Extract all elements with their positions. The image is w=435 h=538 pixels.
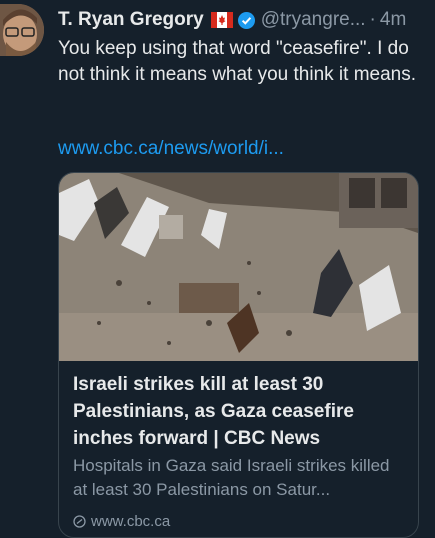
- card-title[interactable]: Israeli strikes kill at least 30 Palesti…: [73, 371, 408, 452]
- separator-dot: ·: [369, 9, 376, 30]
- verified-badge-icon: [237, 11, 255, 29]
- timestamp[interactable]: 4m: [380, 9, 406, 31]
- card-domain-text: www.cbc.ca: [91, 513, 171, 530]
- avatar[interactable]: [0, 4, 44, 56]
- tweet-header: T. Ryan Gregory @tryangre... · 4m: [58, 6, 427, 34]
- tweet-text: You keep using that word "ceasefire". I …: [58, 38, 417, 85]
- card-domain[interactable]: www.cbc.ca: [73, 513, 170, 530]
- link-icon: [73, 515, 86, 528]
- link-preview-card[interactable]: Israeli strikes kill at least 30 Palesti…: [58, 172, 419, 538]
- card-image: [59, 173, 418, 361]
- tweet-link[interactable]: www.cbc.ca/news/world/i...: [58, 138, 284, 160]
- author-name[interactable]: T. Ryan Gregory: [58, 9, 204, 31]
- author-handle[interactable]: @tryangre...: [261, 9, 366, 31]
- card-description: Hospitals in Gaza said Israeli strikes k…: [73, 456, 390, 499]
- canada-flag-icon: [210, 12, 233, 28]
